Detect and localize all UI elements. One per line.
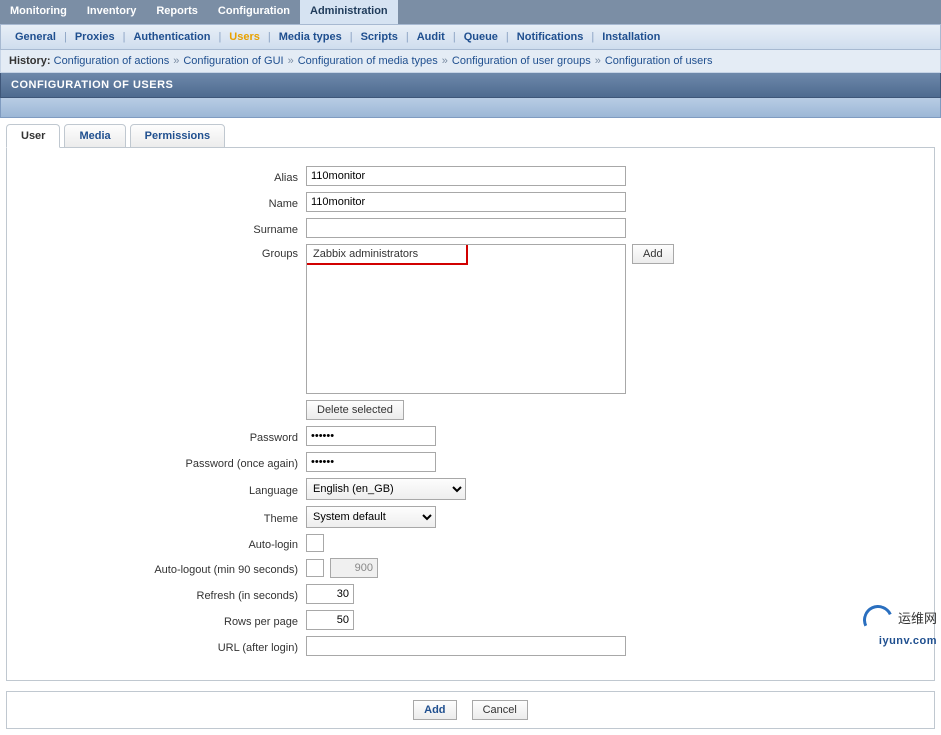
sub-tab-queue[interactable]: Queue [456, 31, 506, 43]
surname-input[interactable] [306, 218, 626, 238]
surname-label: Surname [25, 220, 306, 236]
add-button[interactable]: Add [413, 700, 456, 720]
rowsperpage-label: Rows per page [25, 612, 306, 628]
main-tab-administration[interactable]: Administration [300, 0, 398, 24]
history-link[interactable]: Configuration of users [605, 55, 713, 67]
history-link[interactable]: Configuration of actions [54, 55, 170, 67]
password-input[interactable] [306, 426, 436, 446]
sub-tab-users[interactable]: Users [221, 31, 268, 43]
autologin-label: Auto-login [25, 535, 306, 551]
form-tab-permissions[interactable]: Permissions [130, 124, 225, 148]
autologin-checkbox[interactable] [306, 534, 324, 552]
history-link[interactable]: Configuration of GUI [183, 55, 283, 67]
alias-label: Alias [25, 168, 306, 184]
sub-tab-general[interactable]: General [7, 31, 64, 43]
group-item[interactable]: Zabbix administrators [306, 244, 468, 265]
form-tabs: UserMediaPermissions [6, 124, 935, 148]
history-arrow-icon: » [438, 55, 452, 67]
groups-add-button[interactable]: Add [632, 244, 674, 264]
autologout-checkbox[interactable] [306, 559, 324, 577]
alias-input[interactable] [306, 166, 626, 186]
form-tab-media[interactable]: Media [64, 124, 125, 148]
spacer [25, 408, 306, 412]
main-tab-reports[interactable]: Reports [146, 0, 208, 24]
groups-label: Groups [25, 244, 306, 260]
form-panel: Alias Name Surname Groups Zabbix adminis… [6, 147, 935, 681]
autologout-label: Auto-logout (min 90 seconds) [25, 560, 306, 576]
urlafterlogin-input[interactable] [306, 636, 626, 656]
groups-listbox[interactable]: Zabbix administrators [306, 244, 626, 394]
form-tab-user[interactable]: User [6, 124, 60, 148]
refresh-input[interactable] [306, 584, 354, 604]
sub-tab-audit[interactable]: Audit [409, 31, 453, 43]
history-label: History: [9, 55, 54, 67]
sub-tab-authentication[interactable]: Authentication [125, 31, 218, 43]
history-arrow-icon: » [169, 55, 183, 67]
sub-tab-media-types[interactable]: Media types [271, 31, 350, 43]
theme-label: Theme [25, 509, 306, 525]
delete-selected-button[interactable]: Delete selected [306, 400, 404, 420]
main-tab-configuration[interactable]: Configuration [208, 0, 300, 24]
sub-nav-tabs: General|Proxies|Authentication|Users|Med… [0, 24, 941, 50]
cancel-button[interactable]: Cancel [472, 700, 528, 720]
main-nav-tabs: MonitoringInventoryReportsConfigurationA… [0, 0, 941, 24]
password2-input[interactable] [306, 452, 436, 472]
autologout-input [330, 558, 378, 578]
header-band [0, 98, 941, 118]
refresh-label: Refresh (in seconds) [25, 586, 306, 602]
page-title: CONFIGURATION OF USERS [0, 73, 941, 98]
history-arrow-icon: » [284, 55, 298, 67]
main-tab-monitoring[interactable]: Monitoring [0, 0, 77, 24]
sub-tab-installation[interactable]: Installation [594, 31, 668, 43]
history-arrow-icon: » [591, 55, 605, 67]
form-footer: Add Cancel [6, 691, 935, 729]
sub-tab-notifications[interactable]: Notifications [509, 31, 592, 43]
history-link[interactable]: Configuration of user groups [452, 55, 591, 67]
password-label: Password [25, 428, 306, 444]
language-select[interactable]: English (en_GB) [306, 478, 466, 500]
history-link[interactable]: Configuration of media types [298, 55, 438, 67]
password2-label: Password (once again) [25, 454, 306, 470]
theme-select[interactable]: System default [306, 506, 436, 528]
main-tab-inventory[interactable]: Inventory [77, 0, 147, 24]
name-input[interactable] [306, 192, 626, 212]
name-label: Name [25, 194, 306, 210]
sub-tab-scripts[interactable]: Scripts [353, 31, 406, 43]
language-label: Language [25, 481, 306, 497]
history-breadcrumb: History: Configuration of actions»Config… [0, 50, 941, 73]
sub-tab-proxies[interactable]: Proxies [67, 31, 123, 43]
urlafterlogin-label: URL (after login) [25, 638, 306, 654]
rowsperpage-input[interactable] [306, 610, 354, 630]
